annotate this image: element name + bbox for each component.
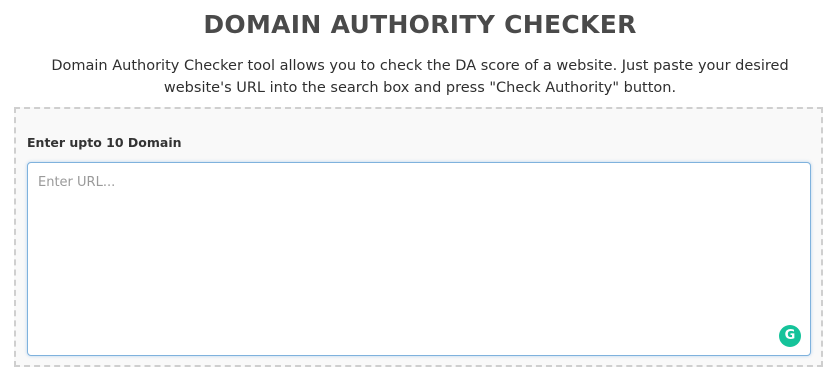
tool-description: Domain Authority Checker tool allows you… <box>51 58 789 96</box>
grammarly-icon[interactable]: G <box>779 325 801 347</box>
domain-field-label: Enter upto 10 Domain <box>27 135 182 150</box>
page: DOMAIN AUTHORITY CHECKER Domain Authorit… <box>0 0 840 384</box>
url-input[interactable] <box>27 162 811 356</box>
page-title: DOMAIN AUTHORITY CHECKER <box>203 10 637 39</box>
domain-input-panel: Enter upto 10 Domain G <box>14 107 823 367</box>
